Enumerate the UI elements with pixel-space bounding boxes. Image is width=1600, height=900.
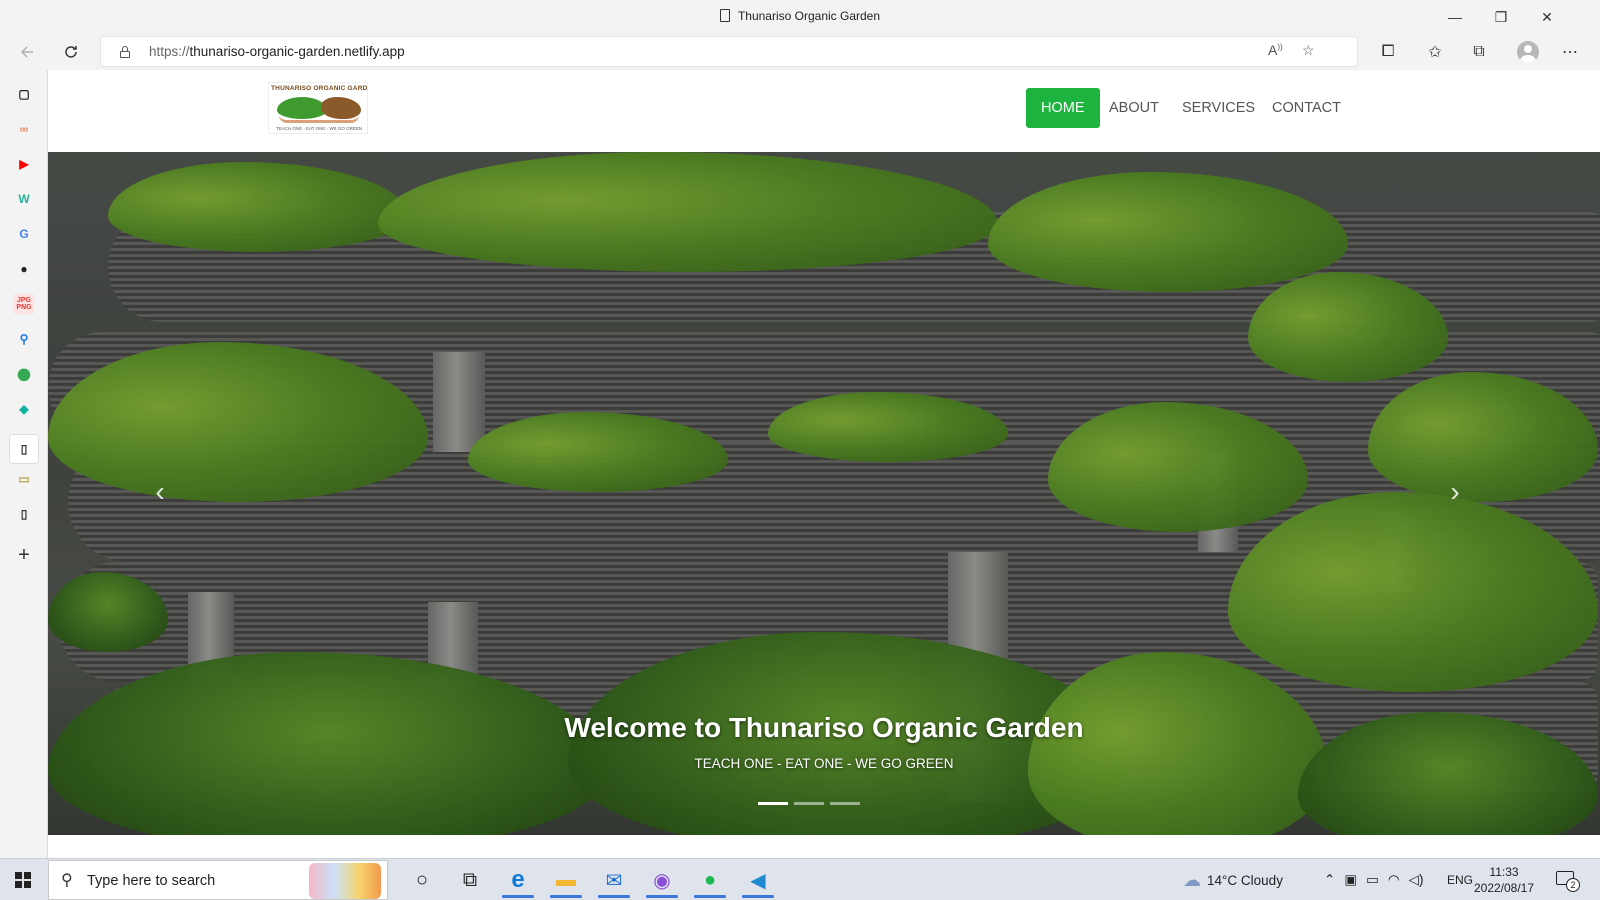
windows-taskbar: ⚲ Type here to search ○ ⧉ e ▬ ✉ ◉ ● ◀ ☁ 14°C Cl… <box>0 858 1600 900</box>
site-header: THUNARISO ORGANIC GARDEN TEACH ONE - EAT… <box>48 70 1600 152</box>
back-button[interactable] <box>11 38 43 66</box>
nav-about[interactable]: ABOUT <box>1109 88 1159 128</box>
document-icon[interactable]: ▯ <box>14 504 34 524</box>
w-app-icon[interactable]: W <box>14 189 34 209</box>
url-host: thunariso-organic-garden.netlify.app <box>189 44 405 59</box>
hero-carousel: ‹ › Welcome to Thunariso Organic Garden … <box>48 152 1600 835</box>
carousel-indicators <box>758 802 868 806</box>
cortana-icon[interactable]: ○ <box>400 862 444 898</box>
search-icon: ⚲ <box>61 872 73 889</box>
minimize-button[interactable]: — <box>1432 0 1478 34</box>
search-icon[interactable]: ⚲ <box>14 329 34 349</box>
screenshot-icon[interactable]: ▭ <box>14 469 34 489</box>
carousel-next-button[interactable]: › <box>1440 472 1470 512</box>
mail-icon[interactable]: ✉ <box>592 862 636 898</box>
cloud-icon: ☁ <box>1183 869 1201 890</box>
nav-contact[interactable]: CONTACT <box>1272 88 1341 128</box>
battery-icon[interactable]: ▭ <box>1366 872 1379 888</box>
search-highlight-image <box>309 863 381 899</box>
weather-widget[interactable]: ☁ 14°C Cloudy <box>1183 859 1283 900</box>
collections-icon[interactable]: ⧉ <box>1464 39 1494 65</box>
window-titlebar: Thunariso Organic Garden — ❐ ✕ <box>0 0 1600 34</box>
volume-icon[interactable]: ◁) <box>1409 872 1424 888</box>
url-text[interactable]: https://thunariso-organic-garden.netlify… <box>149 44 405 59</box>
extensions-icon[interactable]: ⧠ <box>1373 39 1403 65</box>
vscode-icon[interactable]: ◀ <box>736 862 780 898</box>
spotify-icon[interactable]: ● <box>688 862 732 898</box>
edge-sidebar: ▢ ∞ ▶ W G ● JPG PNG ⚲ ⬤ ◆ ▯ ▭ ▯ + <box>0 70 48 858</box>
chevron-up-icon[interactable]: ⌃ <box>1324 872 1335 888</box>
carousel-indicator-2[interactable] <box>794 802 824 805</box>
favorites-icon[interactable]: ✩ <box>1420 39 1450 65</box>
logo-hands <box>279 115 359 123</box>
windows-logo-icon <box>15 872 31 888</box>
carousel-indicator-3[interactable] <box>830 802 860 805</box>
refresh-icon <box>65 46 77 58</box>
clock-time: 11:33 <box>1489 865 1519 879</box>
profile-icon[interactable] <box>1517 41 1539 63</box>
start-button[interactable] <box>6 865 40 895</box>
more-icon[interactable]: ⋯ <box>1555 39 1585 65</box>
page-icon <box>719 9 730 22</box>
page-icon[interactable]: ▯ <box>9 434 39 464</box>
carousel-prev-button[interactable]: ‹ <box>145 472 175 512</box>
nav-services[interactable]: SERVICES <box>1182 88 1255 128</box>
clock-date: 2022/08/17 <box>1473 881 1535 895</box>
search-placeholder: Type here to search <box>87 873 216 889</box>
diamond-icon[interactable]: ◆ <box>14 399 34 419</box>
logo-tagline: TEACH ONE - EAT ONE - WE GO GREEN <box>275 126 363 131</box>
hero-title: Welcome to Thunariso Organic Garden <box>564 712 1084 743</box>
clock[interactable]: 11:33 2022/08/17 <box>1460 864 1548 896</box>
carousel-indicator-1[interactable] <box>758 802 788 805</box>
close-button[interactable]: ✕ <box>1524 0 1570 34</box>
notification-count: 2 <box>1566 878 1580 892</box>
taskbar-search[interactable]: ⚲ Type here to search <box>48 860 388 900</box>
address-bar[interactable]: https://thunariso-organic-garden.netlify… <box>100 36 1358 67</box>
read-aloud-icon[interactable]: A)) <box>1268 42 1283 58</box>
add-icon[interactable]: + <box>14 544 34 566</box>
browser-toolbar: https://thunariso-organic-garden.netlify… <box>0 34 1600 70</box>
hero-subtitle: TEACH ONE - EAT ONE - WE GO GREEN <box>694 756 954 771</box>
github-icon[interactable]: ● <box>14 259 34 279</box>
maps-icon[interactable]: ⬤ <box>14 364 34 384</box>
chrome-icon[interactable]: ◉ <box>640 862 684 898</box>
google-icon[interactable]: G <box>14 224 34 244</box>
task-view-icon[interactable]: ⧉ <box>448 862 492 898</box>
nav-home[interactable]: HOME <box>1026 88 1100 128</box>
wifi-icon[interactable]: ◠ <box>1388 872 1400 888</box>
lock-icon <box>120 46 130 58</box>
refresh-button[interactable] <box>55 38 87 66</box>
site-logo[interactable]: THUNARISO ORGANIC GARDEN TEACH ONE - EAT… <box>268 82 368 134</box>
window-title-text: Thunariso Organic Garden <box>737 9 881 23</box>
meet-now-icon[interactable]: ▣ <box>1344 872 1357 888</box>
notification-center-button[interactable]: 2 <box>1556 869 1580 892</box>
weather-text: 14°C Cloudy <box>1207 872 1283 888</box>
tabs-icon[interactable]: ▢ <box>14 84 34 104</box>
url-protocol: https:// <box>149 44 190 59</box>
back-icon <box>20 46 33 58</box>
restore-button[interactable]: ❐ <box>1478 0 1524 34</box>
window-title: Thunariso Organic Garden <box>0 9 1600 23</box>
file-explorer-icon[interactable]: ▬ <box>544 862 588 898</box>
youtube-icon[interactable]: ▶ <box>14 154 34 174</box>
jpg-png-icon[interactable]: JPG PNG <box>14 294 34 314</box>
add-favorite-icon[interactable]: ☆ <box>1302 42 1315 59</box>
logo-title: THUNARISO ORGANIC GARDEN <box>271 85 367 92</box>
tray-icons: ⌃ ▣ ▭ ◠ ◁) <box>1324 859 1424 900</box>
edge-icon[interactable]: e <box>496 862 540 898</box>
copilot-icon[interactable]: ∞ <box>14 119 34 139</box>
web-page: THUNARISO ORGANIC GARDEN TEACH ONE - EAT… <box>48 70 1600 858</box>
